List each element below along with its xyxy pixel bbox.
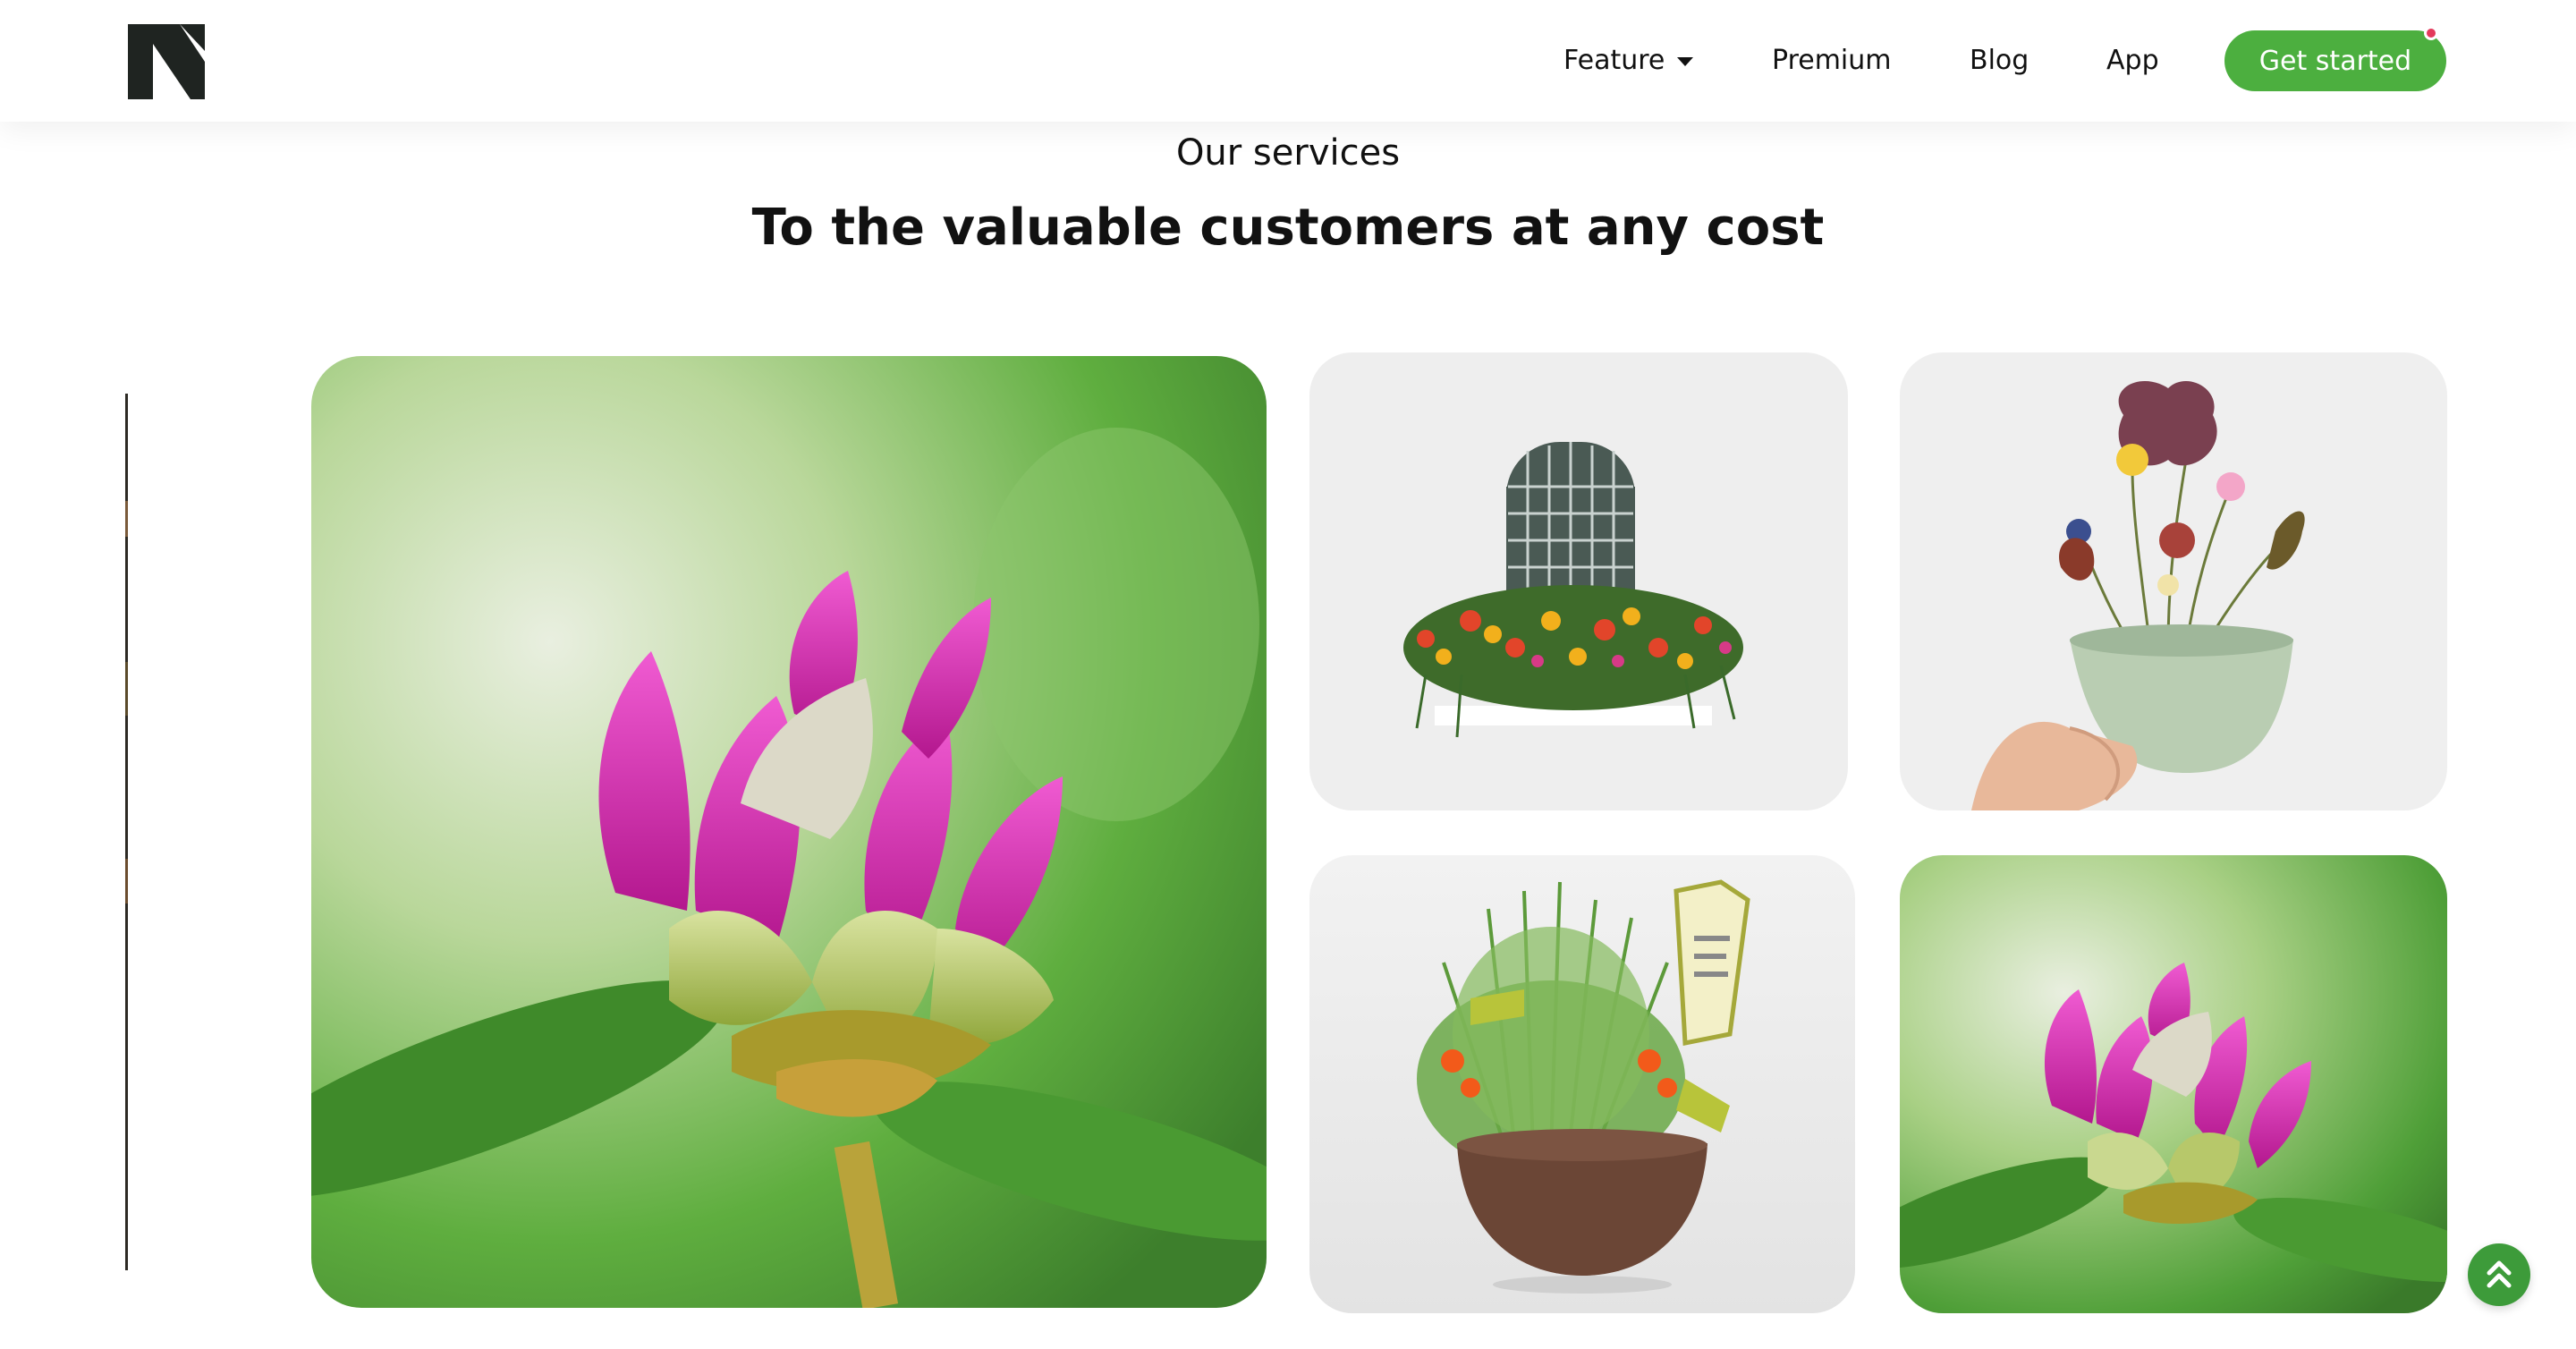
gallery-image-window-flowers[interactable] [1309,352,1848,810]
double-chevron-up-icon [2487,1260,2512,1288]
gallery-image-pressed-flowers[interactable] [1900,352,2447,810]
previous-slide-edge [125,394,132,1270]
nav-feature-dropdown[interactable]: Feature [1563,41,1694,81]
flower-photo-icon [1309,352,1848,810]
logo-icon[interactable] [128,24,205,99]
gallery-image-pink-bud[interactable] [1900,855,2447,1313]
gallery-image-potted-herbs[interactable] [1309,855,1855,1313]
nav-blog-link[interactable]: Blog [1970,41,2029,81]
section-headline: To the valuable customers at any cost [751,199,1825,257]
plant-photo-icon [1309,855,1855,1313]
site-header: Feature Premium Blog App Get started [0,0,2576,122]
nav-premium-link[interactable]: Premium [1772,41,1892,81]
scroll-to-top-button[interactable] [2468,1243,2530,1306]
nav-app-link[interactable]: App [2106,41,2159,81]
section-eyebrow: Our services [1175,132,1401,174]
flower-photo-icon [1900,855,2447,1313]
get-started-button[interactable]: Get started [2224,30,2446,91]
caret-down-icon [1677,57,1694,66]
nav-feature-label: Feature [1563,45,1665,76]
flower-photo-icon [1900,352,2447,810]
gallery-image-large[interactable] [311,356,1267,1308]
flower-photo-icon [311,356,1267,1308]
notification-dot [2424,26,2438,40]
